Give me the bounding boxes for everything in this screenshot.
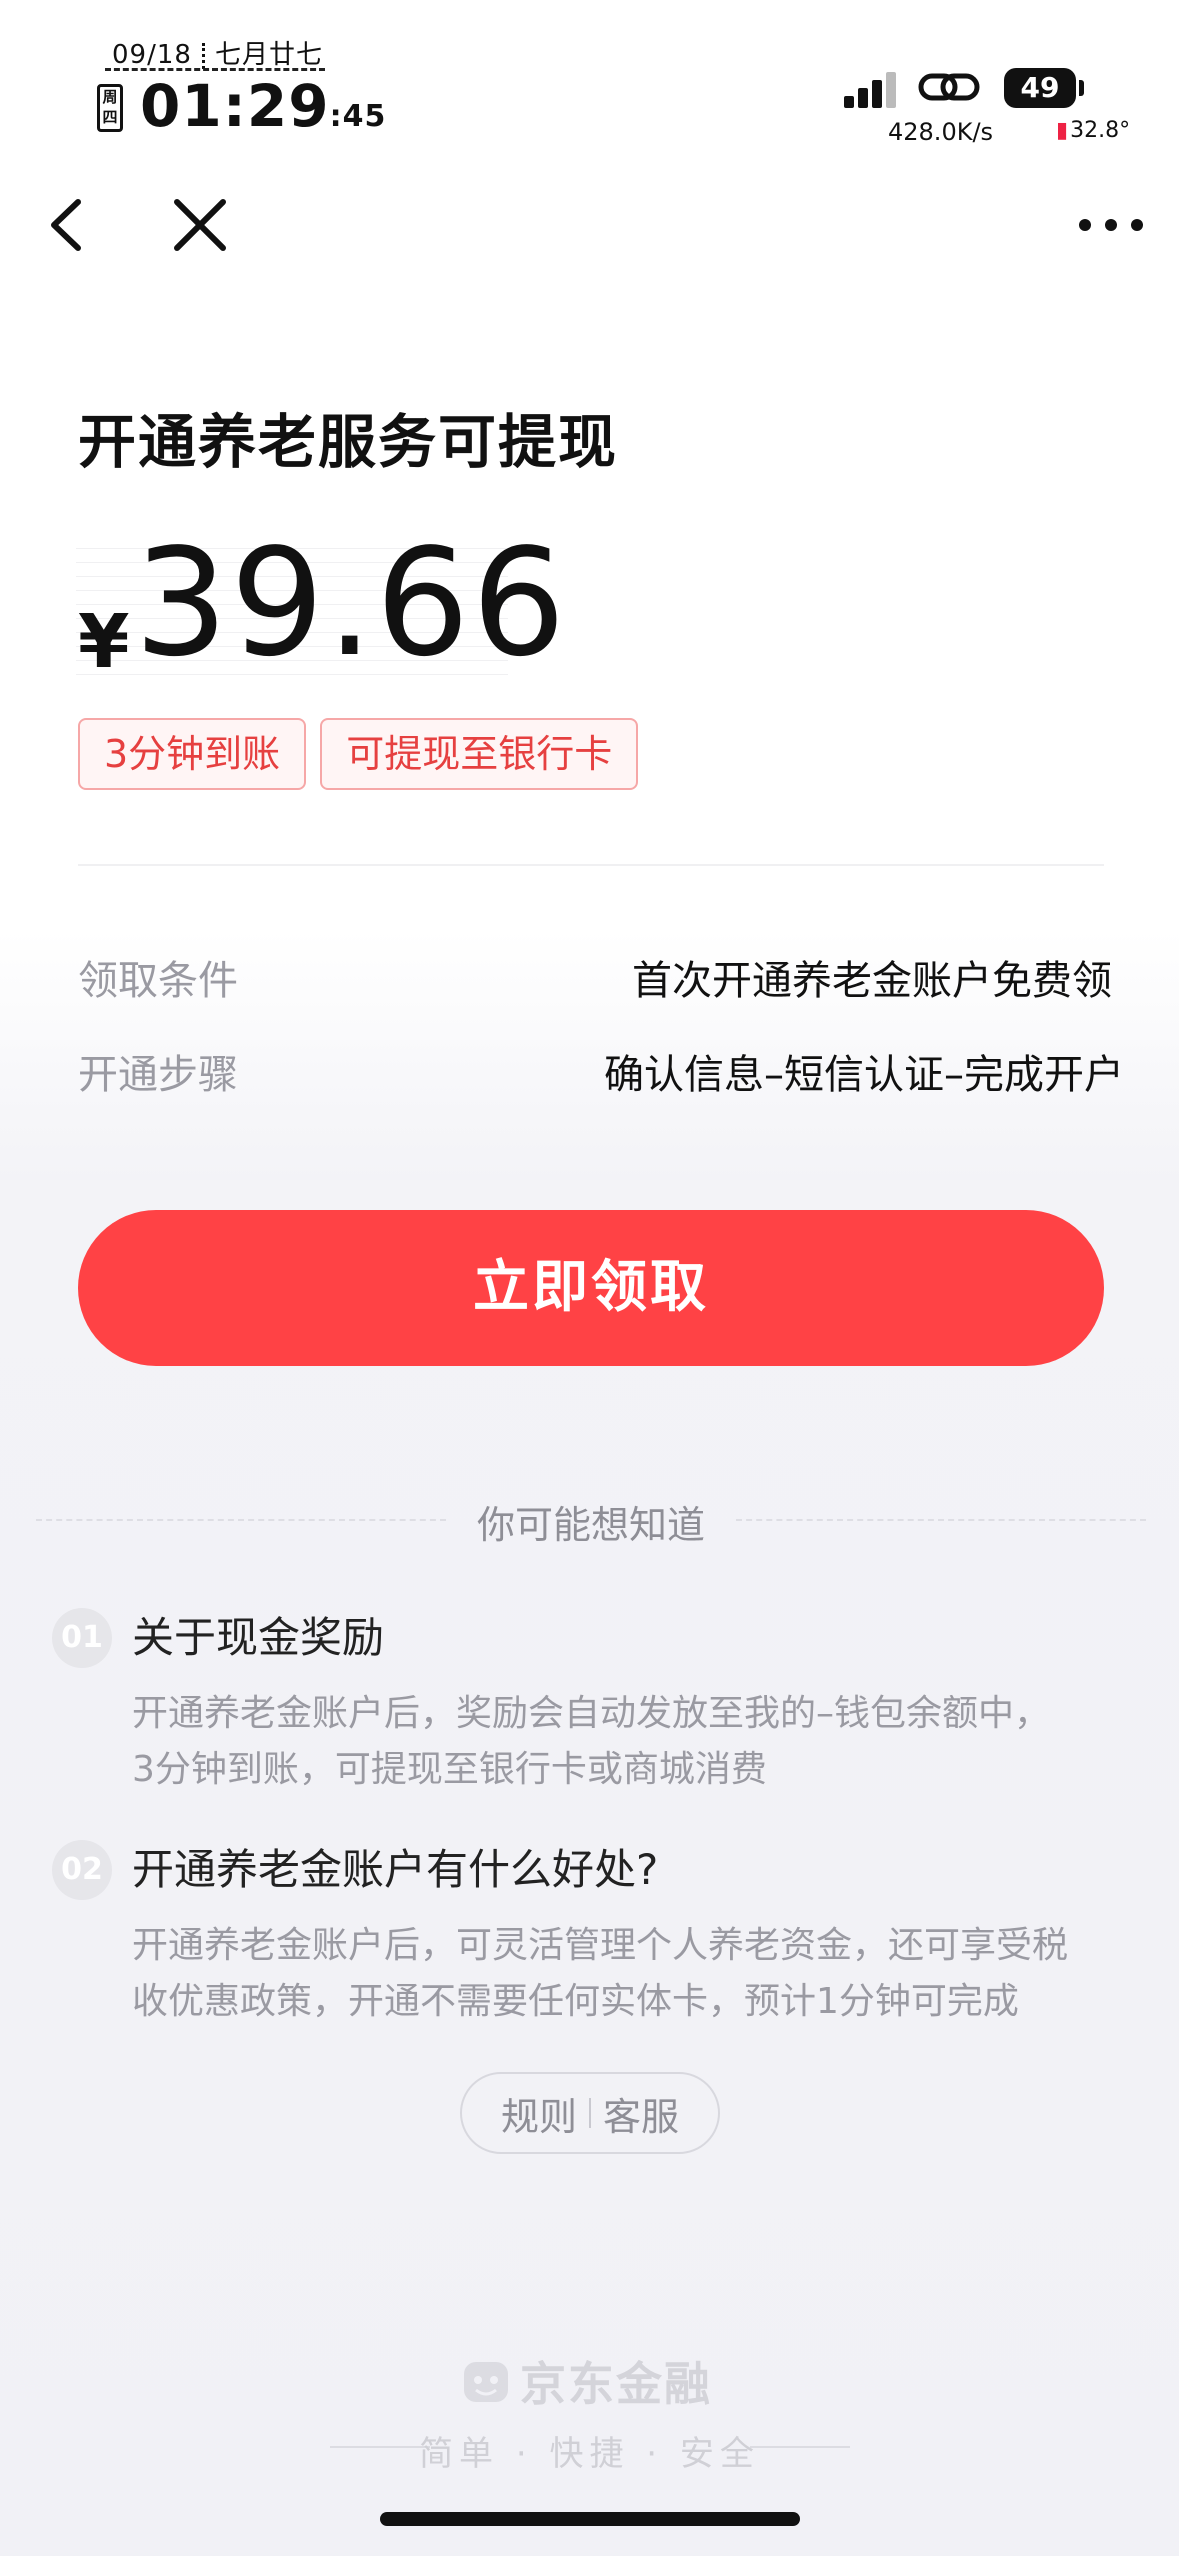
more-icon[interactable]	[1076, 200, 1146, 250]
pill-separator	[589, 2098, 591, 2128]
status-bar: 09/18 七月廿七 周四 01:29:45 49 428.0K/s ▮32.8°	[0, 0, 1179, 160]
signal-icon	[844, 72, 896, 108]
jd-finance-logo-icon	[464, 2362, 508, 2402]
tag-arrival-time: 3分钟到账	[78, 718, 307, 790]
condition-label: 领取条件	[78, 958, 238, 1004]
faq-answer-line: 开通养老金账户后，可灵活管理个人养老资金，还可享受税	[132, 1925, 1069, 1966]
temperature: ▮32.8°	[1056, 118, 1130, 143]
status-date: 09/18 七月廿七	[112, 34, 323, 71]
status-seconds: :45	[329, 99, 387, 134]
hotspot-link-icon	[918, 73, 980, 101]
currency-symbol: ¥	[78, 599, 130, 685]
faq-heading: 你可能想知道	[476, 1503, 705, 1547]
faq-answer-line: 开通养老金账户后，奖励会自动发放至我的–钱包余额中，	[132, 1693, 1051, 1734]
faq-answer-line: 3分钟到账，可提现至银行卡或商城消费	[132, 1749, 767, 1790]
benefit-tags: 3分钟到账 可提现至银行卡	[78, 718, 639, 790]
rules-link[interactable]: 规则	[501, 2086, 577, 2141]
divider	[78, 864, 1104, 866]
page: 09/18 七月廿七 周四 01:29:45 49 428.0K/s ▮32.8°	[0, 0, 1179, 2556]
status-date-lunar: 七月廿七	[214, 40, 323, 70]
status-date-underline	[105, 68, 325, 71]
tag-withdraw-bank: 可提现至银行卡	[320, 718, 639, 790]
temperature-value: 32.8°	[1070, 118, 1131, 143]
claim-button[interactable]: 立即领取	[78, 1210, 1104, 1366]
back-arrow-icon[interactable]	[40, 190, 100, 260]
status-time: 01:29	[140, 72, 330, 140]
faq-question: 开通养老金账户有什么好处?	[132, 1845, 659, 1894]
steps-value: 确认信息–短信认证–完成开户	[604, 1052, 1124, 1098]
nav-bar	[0, 180, 1179, 270]
amount-value: 39.66	[134, 517, 568, 689]
status-clock: 01:29:45	[140, 72, 386, 140]
faq-number: 01	[52, 1608, 112, 1668]
customer-service-link[interactable]: 客服	[603, 2086, 679, 2141]
faq-answer-line: 收优惠政策，开通不需要任何实体卡，预计1分钟可完成	[132, 1981, 1019, 2022]
home-indicator[interactable]	[380, 2512, 800, 2526]
brand-name: 京东金融	[520, 2357, 712, 2411]
info-row-condition: 领取条件 首次开通养老金账户免费领	[78, 948, 1118, 1008]
condition-value: 首次开通养老金账户免费领	[632, 958, 1112, 1004]
faq-number: 02	[52, 1840, 112, 1900]
battery-icon: 49	[1004, 68, 1084, 108]
steps-label: 开通步骤	[78, 1052, 238, 1098]
thermometer-icon: ▮	[1056, 118, 1069, 143]
reward-amount: ¥ 39.66	[76, 529, 566, 685]
rules-service-pill: 规则 客服	[460, 2072, 720, 2154]
status-weekday: 周四	[97, 84, 123, 132]
faq-heading-section: 你可能想知道	[36, 1490, 1146, 1550]
page-title: 开通养老服务可提现	[78, 408, 619, 476]
faq-question: 关于现金奖励	[132, 1613, 385, 1662]
faq-answer: 开通养老金账户后，奖励会自动发放至我的–钱包余额中， 3分钟到账，可提现至银行卡…	[132, 1686, 1142, 1798]
faq-answer: 开通养老金账户后，可灵活管理个人养老资金，还可享受税 收优惠政策，开通不需要任何…	[132, 1918, 1142, 2030]
status-date-solar: 09/18	[112, 40, 192, 70]
close-icon[interactable]	[165, 190, 235, 260]
info-row-steps: 开通步骤 确认信息–短信认证–完成开户	[78, 1042, 1124, 1102]
network-speed: 428.0K/s	[888, 118, 994, 146]
brand-slogan: 简单 · 快捷 · 安全	[419, 2434, 760, 2474]
footer-brand: 京东金融 简单 · 快捷 · 安全	[0, 2356, 1179, 2486]
